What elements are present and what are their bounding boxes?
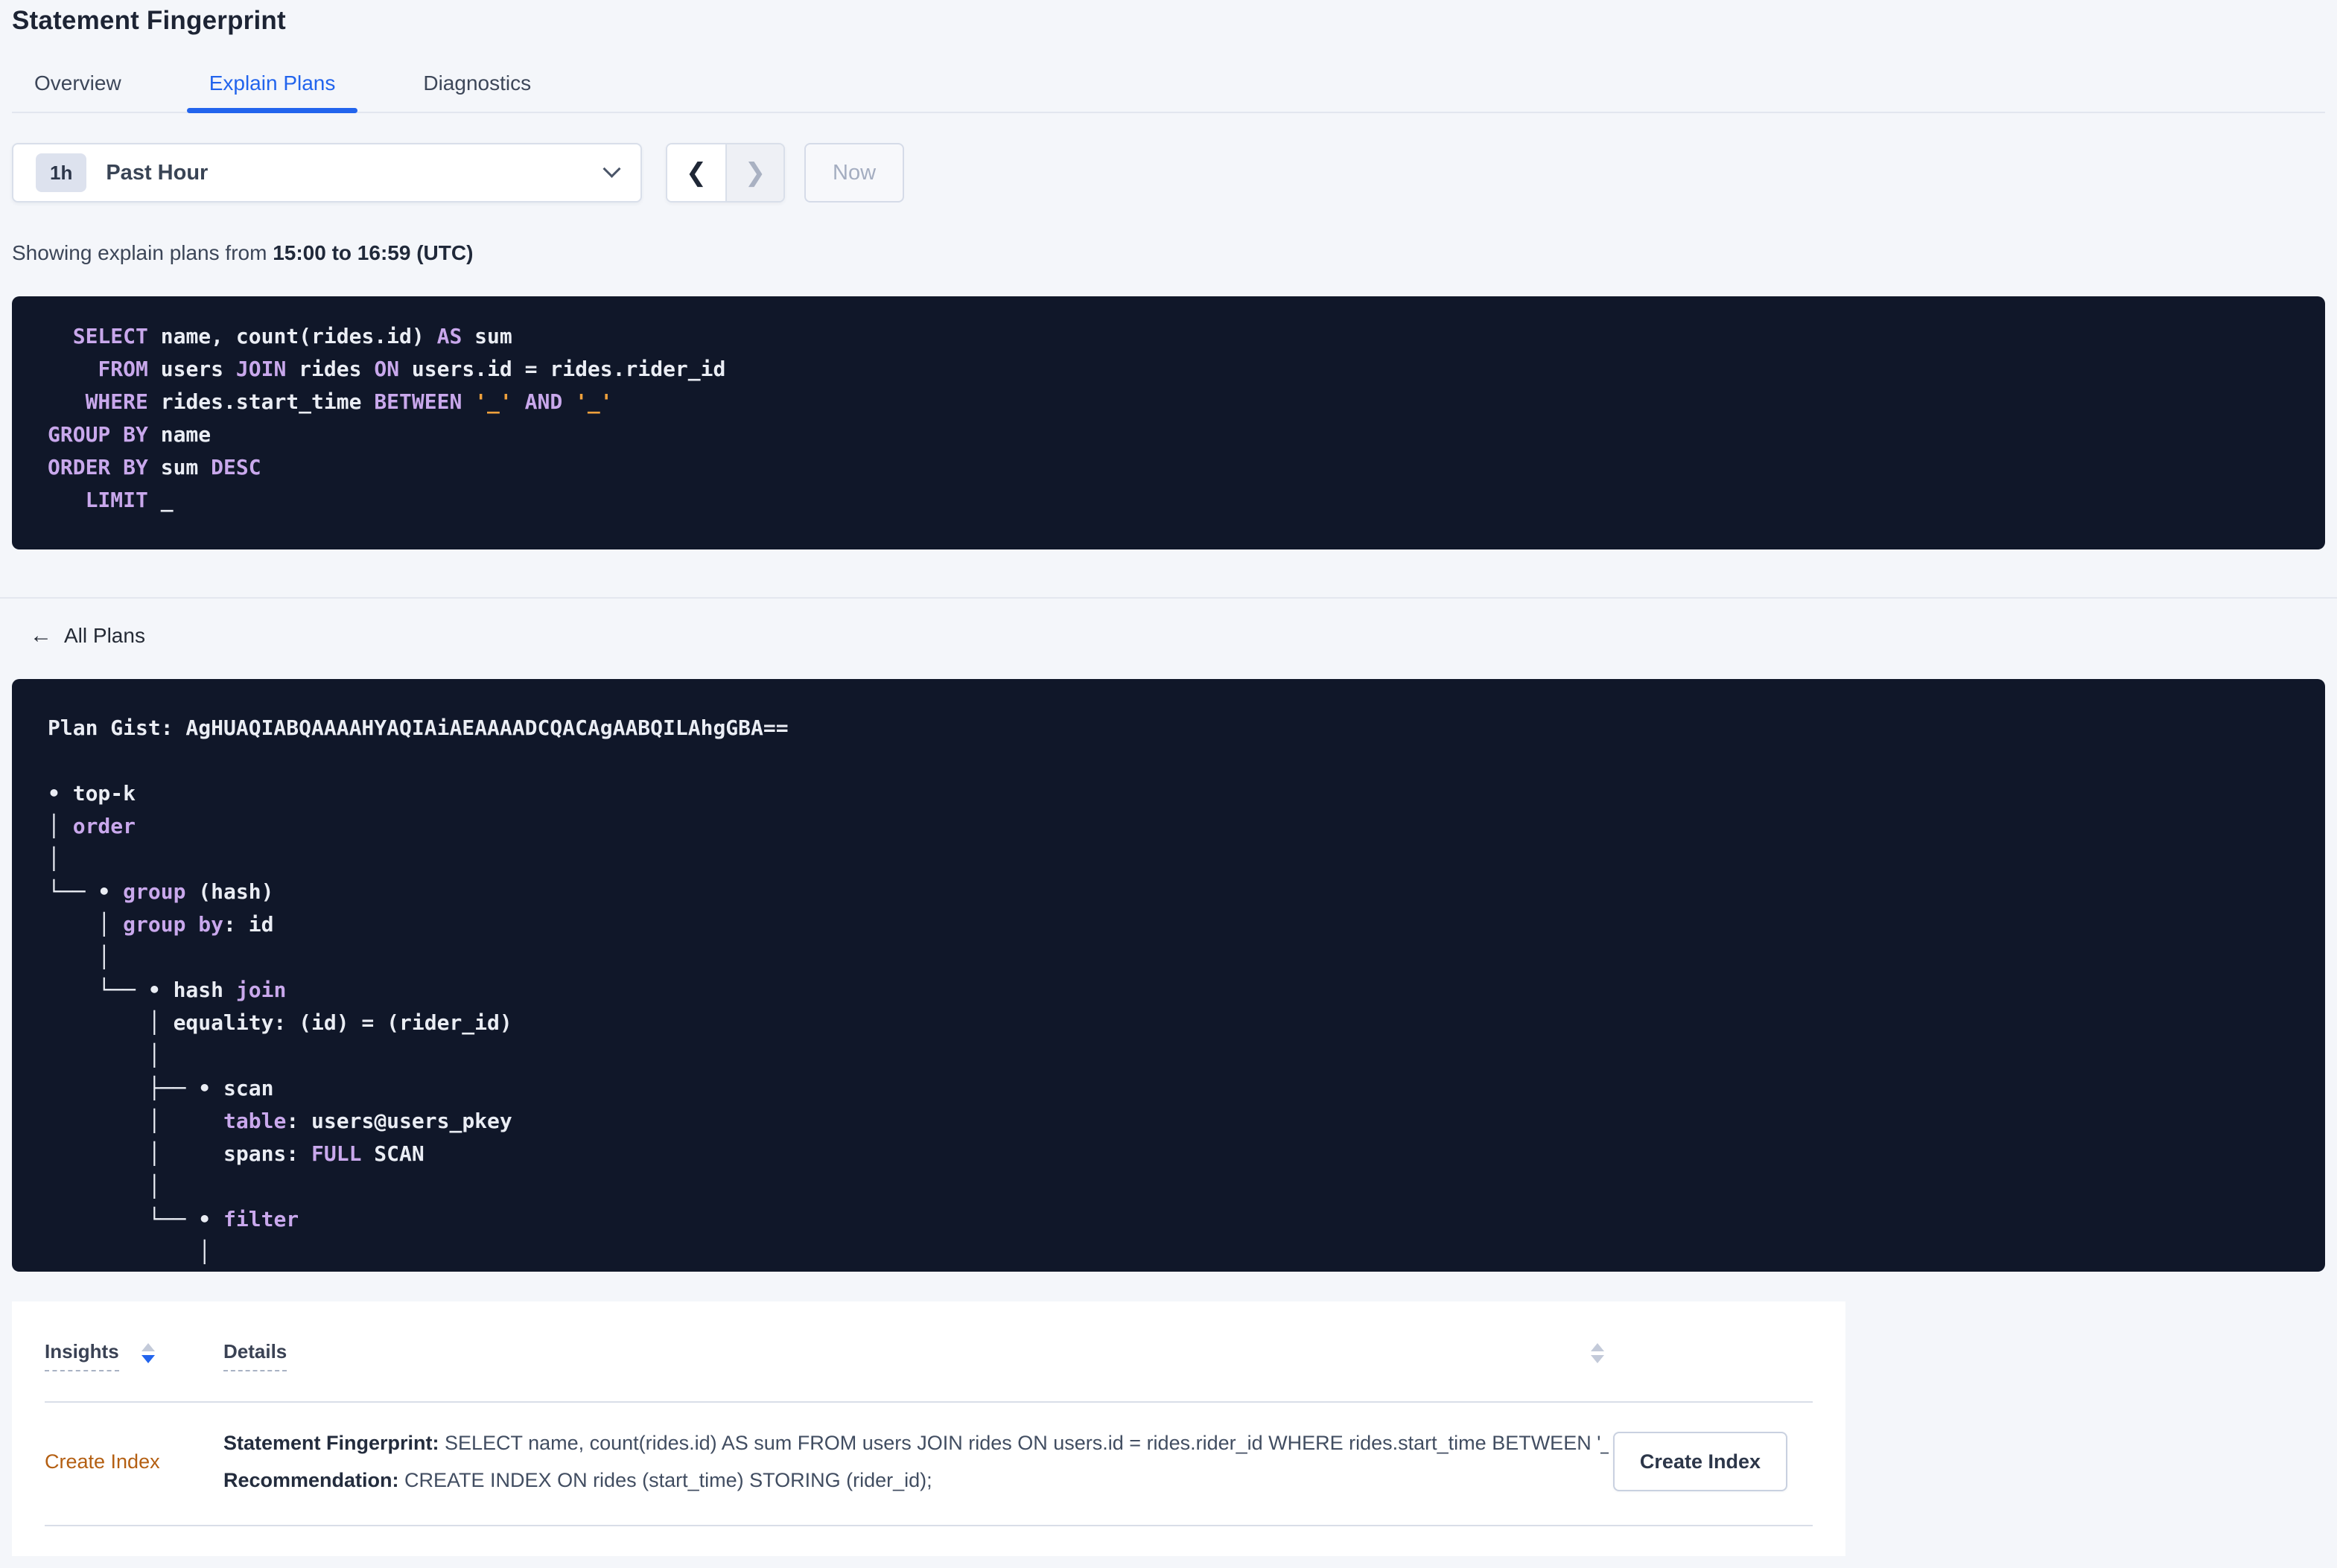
details-cell: Statement Fingerprint: SELECT name, coun… bbox=[223, 1428, 1609, 1495]
all-plans-back-link[interactable]: ← All Plans bbox=[30, 624, 145, 648]
page-title: Statement Fingerprint bbox=[12, 6, 286, 35]
insight-cell: Create Index bbox=[45, 1428, 223, 1495]
statement-fingerprint-page: Statement Fingerprint Overview Explain P… bbox=[0, 0, 2337, 1556]
time-range-badge: 1h bbox=[36, 153, 87, 192]
statement-fingerprint-line: Statement Fingerprint: SELECT name, coun… bbox=[223, 1428, 1609, 1458]
sort-up-arrow-icon bbox=[141, 1343, 155, 1351]
create-index-button[interactable]: Create Index bbox=[1612, 1432, 1787, 1491]
insight-type-link[interactable]: Create Index bbox=[45, 1450, 160, 1473]
time-range-value: Past Hour bbox=[106, 160, 209, 185]
section-divider bbox=[0, 597, 2337, 599]
insights-table-header: Insights Details bbox=[45, 1301, 1813, 1403]
sort-icon[interactable] bbox=[1591, 1343, 1604, 1363]
time-controls: 1h Past Hour ❮ ❯ Now bbox=[12, 143, 2325, 203]
tab-diagnostics[interactable]: Diagnostics bbox=[401, 63, 553, 112]
status-time-range: 15:00 to 16:59 (UTC) bbox=[273, 241, 474, 264]
header-insights[interactable]: Insights bbox=[45, 1340, 223, 1371]
header-details-label[interactable]: Details bbox=[223, 1340, 287, 1371]
chevron-right-icon: ❯ bbox=[744, 158, 766, 188]
fingerprint-text: SELECT name, count(rides.id) AS sum FROM… bbox=[439, 1432, 1609, 1454]
now-button[interactable]: Now bbox=[804, 143, 905, 203]
tab-explain-plans[interactable]: Explain Plans bbox=[186, 63, 358, 113]
plan-gist-panel: Plan Gist: AgHUAQIABQAAAAHYAQIAiAEAAAADC… bbox=[12, 679, 2325, 1272]
sort-down-arrow-icon bbox=[141, 1355, 155, 1363]
sort-up-arrow-icon bbox=[1591, 1343, 1604, 1351]
time-range-select[interactable]: 1h Past Hour bbox=[12, 143, 642, 203]
sql-statement-code: SELECT name, count(rides.id) AS sum FROM… bbox=[48, 324, 726, 512]
table-row: Create Index Statement Fingerprint: SELE… bbox=[45, 1403, 1813, 1526]
back-link-label: All Plans bbox=[64, 624, 145, 647]
back-arrow-icon: ← bbox=[30, 623, 52, 648]
sort-down-arrow-icon bbox=[1591, 1355, 1604, 1363]
chevron-left-icon: ❮ bbox=[685, 158, 708, 188]
sql-statement-panel: SELECT name, count(rides.id) AS sum FROM… bbox=[12, 296, 2325, 549]
showing-range-status: Showing explain plans from 15:00 to 16:5… bbox=[12, 241, 2325, 265]
plan-tree: • top-k │ order │ └── • group (hash) │ grou… bbox=[48, 781, 512, 1264]
prev-time-button[interactable]: ❮ bbox=[667, 144, 725, 201]
tab-bar: Overview Explain Plans Diagnostics bbox=[12, 63, 2325, 113]
insights-card: Insights Details Create Index Statement … bbox=[12, 1301, 1845, 1556]
chevron-down-icon bbox=[602, 159, 621, 178]
recommendation-text: CREATE INDEX ON rides (start_time) STORI… bbox=[398, 1469, 932, 1491]
status-prefix: Showing explain plans from bbox=[12, 241, 273, 264]
recommendation-line: Recommendation: CREATE INDEX ON rides (s… bbox=[223, 1465, 1609, 1495]
recommendation-label: Recommendation: bbox=[223, 1469, 399, 1491]
action-cell: Create Index bbox=[1609, 1428, 1813, 1495]
plan-gist-line: Plan Gist: AgHUAQIABQAAAAHYAQIAiAEAAAADC… bbox=[48, 716, 789, 740]
sort-icon[interactable] bbox=[141, 1343, 155, 1363]
header-insights-label[interactable]: Insights bbox=[45, 1340, 119, 1371]
time-pager: ❮ ❯ bbox=[666, 143, 785, 203]
fingerprint-label: Statement Fingerprint: bbox=[223, 1432, 439, 1454]
tab-overview[interactable]: Overview bbox=[12, 63, 144, 112]
next-time-button[interactable]: ❯ bbox=[725, 144, 783, 201]
header-details[interactable]: Details bbox=[223, 1340, 1609, 1371]
